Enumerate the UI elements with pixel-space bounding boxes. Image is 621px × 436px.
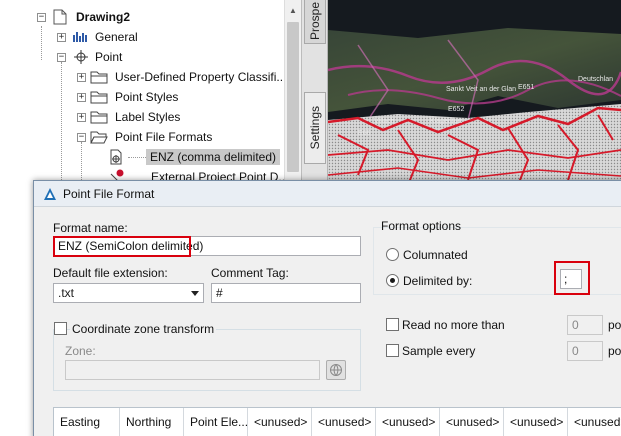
map-label: Klagenfurt bbox=[430, 118, 462, 125]
delimited-label: Delimited by: bbox=[403, 274, 473, 288]
zone-input[interactable] bbox=[65, 360, 320, 380]
point-file-format-icon bbox=[108, 149, 126, 165]
drawing-icon bbox=[51, 9, 69, 25]
map-label: Sankt Veit an der Glan bbox=[446, 86, 517, 93]
sample-every-checkbox[interactable] bbox=[386, 344, 399, 357]
read-no-more-input[interactable] bbox=[567, 315, 603, 335]
civil3d-logo-icon bbox=[43, 187, 57, 204]
general-expander[interactable]: + bbox=[57, 33, 66, 42]
tree-connector bbox=[61, 62, 62, 182]
tab-settings-label: Settings bbox=[308, 106, 322, 150]
tree-item-point-styles[interactable]: Point Styles bbox=[115, 90, 178, 104]
tab-prospector-label: Prospe bbox=[308, 2, 322, 41]
zone-label: Zone: bbox=[65, 344, 96, 358]
column-header[interactable]: Northing bbox=[120, 408, 184, 436]
map-canvas bbox=[328, 0, 621, 190]
coordinate-zone-checkbox[interactable] bbox=[54, 322, 67, 335]
column-header[interactable]: <unused> bbox=[376, 408, 440, 436]
map-label: E66 bbox=[358, 130, 371, 137]
dialog-titlebar[interactable]: Point File Format bbox=[34, 181, 621, 207]
sample-every-label: Sample every bbox=[402, 344, 476, 358]
read-no-more-checkbox[interactable] bbox=[386, 318, 399, 331]
globe-icon bbox=[330, 364, 342, 376]
map-viewport[interactable]: Deutschlan Sankt Veit an der Glan Villac… bbox=[328, 0, 621, 190]
map-label: E651 bbox=[518, 84, 535, 91]
tree-item-point[interactable]: Point bbox=[95, 50, 122, 64]
point-expander[interactable]: − bbox=[57, 53, 66, 62]
tree-item-enz-comma-delimited[interactable]: ENZ (comma delimited) bbox=[146, 149, 281, 165]
tree-scrollbar[interactable]: ▲ bbox=[284, 0, 301, 190]
column-grid-header: Easting Northing Point Ele... <unused> <… bbox=[53, 407, 621, 436]
tree-item-point-file-formats[interactable]: Point File Formats bbox=[115, 130, 212, 144]
read-no-more-label: Read no more than bbox=[402, 318, 505, 332]
tree-connector bbox=[81, 142, 82, 182]
default-ext-combobox[interactable]: .txt bbox=[53, 283, 204, 303]
tab-settings[interactable]: Settings bbox=[304, 92, 326, 164]
tree-connector bbox=[41, 26, 42, 60]
delimiter-highlight bbox=[554, 261, 590, 295]
column-header[interactable]: Point Ele... bbox=[184, 408, 248, 436]
map-label: Villach bbox=[374, 118, 395, 125]
columnated-label: Columnated bbox=[403, 248, 468, 262]
column-header[interactable]: <unused> bbox=[568, 408, 621, 436]
open-folder-icon bbox=[90, 129, 108, 145]
default-ext-label: Default file extension: bbox=[53, 266, 168, 280]
point-file-formats-expander[interactable]: − bbox=[77, 133, 86, 142]
udp-expander[interactable]: + bbox=[77, 73, 86, 82]
tree-item-label-styles[interactable]: Label Styles bbox=[115, 110, 180, 124]
column-header[interactable]: <unused> bbox=[440, 408, 504, 436]
comment-tag-label: Comment Tag: bbox=[211, 266, 289, 280]
column-header[interactable]: <unused> bbox=[248, 408, 312, 436]
tree-item-udp-classifications[interactable]: User-Defined Property Classifi... bbox=[115, 70, 286, 84]
zone-picker-button[interactable] bbox=[326, 360, 346, 380]
root-expander[interactable]: − bbox=[37, 13, 46, 22]
general-icon bbox=[72, 29, 90, 45]
tab-prospector[interactable]: Prospe bbox=[304, 0, 326, 44]
folder-icon bbox=[90, 69, 108, 85]
columnated-radio[interactable] bbox=[386, 248, 399, 261]
map-label: E652 bbox=[448, 106, 465, 113]
scroll-up-icon[interactable]: ▲ bbox=[285, 2, 301, 18]
point-file-format-dialog: Point File Format Format name: Default f… bbox=[33, 180, 621, 436]
label-styles-expander[interactable]: + bbox=[77, 113, 86, 122]
format-name-highlight bbox=[53, 236, 191, 257]
read-no-more-suffix: poi bbox=[608, 318, 621, 332]
prospector-tree-panel: − Drawing2 + General − Point + User-Defi… bbox=[0, 0, 302, 190]
dropdown-caret-icon[interactable] bbox=[191, 291, 199, 296]
tree-root-drawing2[interactable]: Drawing2 bbox=[76, 10, 130, 24]
default-ext-value: .txt bbox=[58, 286, 75, 300]
delimited-radio[interactable] bbox=[386, 274, 399, 287]
column-header[interactable]: <unused> bbox=[504, 408, 568, 436]
tree-connector bbox=[128, 157, 146, 158]
dialog-title: Point File Format bbox=[63, 187, 155, 201]
format-options-legend: Format options bbox=[381, 219, 462, 233]
folder-icon bbox=[90, 109, 108, 125]
coordinate-zone-label: Coordinate zone transform bbox=[70, 322, 217, 336]
point-crosshair-icon bbox=[72, 49, 90, 65]
scrollbar-thumb[interactable] bbox=[287, 22, 299, 172]
column-header[interactable]: Easting bbox=[54, 408, 120, 436]
point-styles-expander[interactable]: + bbox=[77, 93, 86, 102]
side-tab-strip: Prospe Settings bbox=[302, 0, 328, 190]
tree-item-general[interactable]: General bbox=[95, 30, 138, 44]
sample-every-suffix: poi bbox=[608, 344, 621, 358]
format-name-label: Format name: bbox=[53, 221, 128, 235]
sample-every-input[interactable] bbox=[567, 341, 603, 361]
map-label: Deutschlan bbox=[578, 76, 614, 83]
column-header[interactable]: <unused> bbox=[312, 408, 376, 436]
comment-tag-input[interactable] bbox=[211, 283, 361, 303]
folder-icon bbox=[90, 89, 108, 105]
